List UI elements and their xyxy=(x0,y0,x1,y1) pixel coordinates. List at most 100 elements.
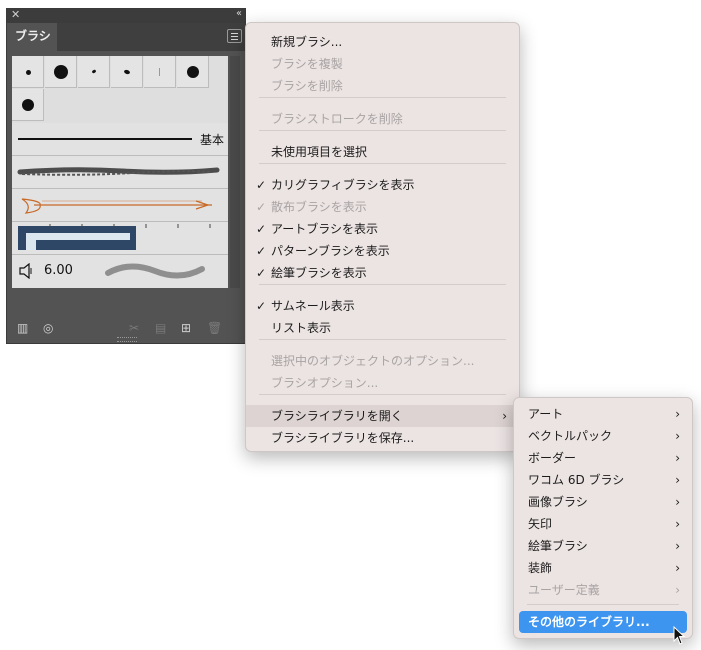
check-icon: ✓ xyxy=(256,299,267,313)
brush-row-charcoal[interactable] xyxy=(12,156,228,189)
chevron-right-icon: › xyxy=(675,561,680,575)
chevron-right-icon: › xyxy=(675,451,680,465)
submenu-item-9[interactable]: ユーザー定義 › xyxy=(514,579,692,601)
brush-row-basic[interactable]: 基本 xyxy=(12,123,228,156)
menu-item-label: ブラシストロークを削除 xyxy=(271,112,403,126)
basic-stroke xyxy=(18,138,192,140)
brush-row-pattern[interactable] xyxy=(12,222,228,255)
menu-item-8[interactable]: ✓ アートブラシを表示 xyxy=(246,218,519,240)
brush-thumb-6[interactable] xyxy=(177,56,209,88)
airbrush-stroke xyxy=(105,263,205,279)
brush-row-arrow[interactable] xyxy=(12,189,228,222)
panel-menu-button[interactable] xyxy=(227,29,242,43)
menu-item-label: カリグラフィブラシを表示 xyxy=(271,178,415,192)
menu-item-11[interactable]: ✓ サムネール表示 xyxy=(246,295,519,317)
menu-separator xyxy=(259,339,506,340)
menu-item-13[interactable]: 選択中のオブジェクトのオプション... xyxy=(246,350,519,372)
mouse-pointer-icon xyxy=(673,626,686,645)
submenu-item-1[interactable]: アート › xyxy=(514,403,692,425)
brush-thumb-4[interactable] xyxy=(111,56,143,88)
menu-item-2[interactable]: ブラシを複製 xyxy=(246,53,519,75)
menu-item-label: ブラシオプション... xyxy=(271,376,379,390)
submenu-item-label: ボーダー xyxy=(528,451,577,465)
collapse-icon[interactable]: ‹‹ xyxy=(236,8,242,19)
other-library-label: その他のライブラリ... xyxy=(528,615,650,629)
brush-row-wacom[interactable]: 6.00 xyxy=(12,255,228,288)
menu-item-label: ブラシを複製 xyxy=(271,57,343,71)
menu-separator xyxy=(259,163,506,164)
chevron-right-icon: › xyxy=(675,495,680,509)
brush-libraries-icon[interactable]: ▥ xyxy=(17,321,28,335)
menu-item-label: ブラシライブラリを保存... xyxy=(271,431,415,445)
other-library-item[interactable]: その他のライブラリ... xyxy=(519,611,687,633)
basic-label: 基本 xyxy=(199,133,224,147)
menu-item-10[interactable]: ✓ 絵筆ブラシを表示 xyxy=(246,262,519,284)
menu-item-5[interactable]: 未使用項目を選択 xyxy=(246,141,519,163)
check-icon: ✓ xyxy=(256,244,267,258)
arrow-stroke xyxy=(21,198,212,214)
resize-grip[interactable] xyxy=(117,337,137,342)
brush-thumb-5[interactable] xyxy=(144,56,176,88)
submenu-item-label: 装飾 xyxy=(528,561,553,575)
submenu-item-label: ユーザー定義 xyxy=(528,583,600,597)
chevron-right-icon: › xyxy=(675,539,680,553)
brushes-panel: ✕ ‹‹ ブラシ 基本 6.00 ▥ ◎ ✂ ▤ ⊞ 🗑 xyxy=(6,8,246,344)
chevron-right-icon: › xyxy=(675,473,680,487)
brush-list: 基本 6.00 xyxy=(12,56,228,288)
menu-item-label: 新規ブラシ... xyxy=(271,35,343,49)
brush-thumb-2[interactable] xyxy=(45,56,77,88)
brush-thumb-1[interactable] xyxy=(12,56,44,88)
menu-item-12[interactable]: リスト表示 xyxy=(246,317,519,339)
menu-item-label: 絵筆ブラシを表示 xyxy=(271,266,367,280)
new-brush-icon[interactable]: ⊞ xyxy=(181,321,191,335)
menu-item-label: ブラシライブラリを開く xyxy=(271,409,403,423)
check-icon: ✓ xyxy=(256,200,267,214)
brush-list-scrollbar[interactable] xyxy=(230,56,240,288)
menu-item-14[interactable]: ブラシオプション... xyxy=(246,372,519,394)
chevron-right-icon: › xyxy=(675,517,680,531)
menu-separator xyxy=(259,284,506,285)
libraries-panel-icon[interactable]: ◎ xyxy=(43,321,53,335)
close-icon[interactable]: ✕ xyxy=(11,8,20,21)
submenu-item-3[interactable]: ボーダー › xyxy=(514,447,692,469)
tab-brushes[interactable]: ブラシ xyxy=(7,23,57,51)
menu-item-9[interactable]: ✓ パターンブラシを表示 xyxy=(246,240,519,262)
brush-thumb-3[interactable] xyxy=(78,56,110,88)
panel-title-bar: ✕ ‹‹ xyxy=(7,8,245,23)
options-icon[interactable]: ▤ xyxy=(155,321,166,335)
speaker-icon xyxy=(19,263,32,279)
panel-flyout-menu: 新規ブラシ... ブラシを複製ブラシを削除ブラシストロークを削除 未使用項目を選択 ✓… xyxy=(245,22,520,452)
menu-item-label: リスト表示 xyxy=(271,321,332,335)
menu-item-3[interactable]: ブラシを削除 xyxy=(246,75,519,97)
menu-item-label: 未使用項目を選択 xyxy=(271,145,368,159)
menu-item-label: 選択中のオブジェクトのオプション... xyxy=(271,354,475,368)
check-icon: ✓ xyxy=(256,266,267,280)
submenu-item-7[interactable]: 絵筆ブラシ › xyxy=(514,535,692,557)
submenu-item-label: 絵筆ブラシ xyxy=(528,539,588,553)
menu-item-4[interactable]: ブラシストロークを削除 xyxy=(246,108,519,130)
menu-separator xyxy=(259,394,506,395)
submenu-item-5[interactable]: 画像ブラシ › xyxy=(514,491,692,513)
menu-item-6[interactable]: ✓ カリグラフィブラシを表示 xyxy=(246,174,519,196)
submenu-item-label: ベクトルパック xyxy=(528,429,613,443)
submenu-item-label: 矢印 xyxy=(528,517,553,531)
charcoal-stroke xyxy=(17,167,220,176)
submenu-item-2[interactable]: ベクトルパック › xyxy=(514,425,692,447)
submenu-item-4[interactable]: ワコム 6D ブラシ › xyxy=(514,469,692,491)
menu-item-16[interactable]: ブラシライブラリを保存... xyxy=(246,427,519,449)
panel-footer: ▥ ◎ ✂ ▤ ⊞ 🗑 xyxy=(7,313,245,343)
menu-item-1[interactable]: 新規ブラシ... xyxy=(246,31,519,53)
menu-separator xyxy=(527,604,679,605)
pattern-stroke xyxy=(18,224,211,250)
chevron-right-icon: › xyxy=(675,429,680,443)
check-icon: ✓ xyxy=(256,222,267,236)
submenu-item-label: アート xyxy=(528,407,564,421)
menu-item-7[interactable]: ✓ 散布ブラシを表示 xyxy=(246,196,519,218)
chevron-right-icon: › xyxy=(675,407,680,421)
remove-stroke-icon[interactable]: ✂ xyxy=(129,321,139,335)
delete-brush-icon[interactable]: 🗑 xyxy=(207,321,222,335)
submenu-item-8[interactable]: 装飾 › xyxy=(514,557,692,579)
menu-item-15[interactable]: ブラシライブラリを開く › xyxy=(246,405,519,427)
brush-thumb-7[interactable] xyxy=(12,89,44,121)
submenu-item-6[interactable]: 矢印 › xyxy=(514,513,692,535)
